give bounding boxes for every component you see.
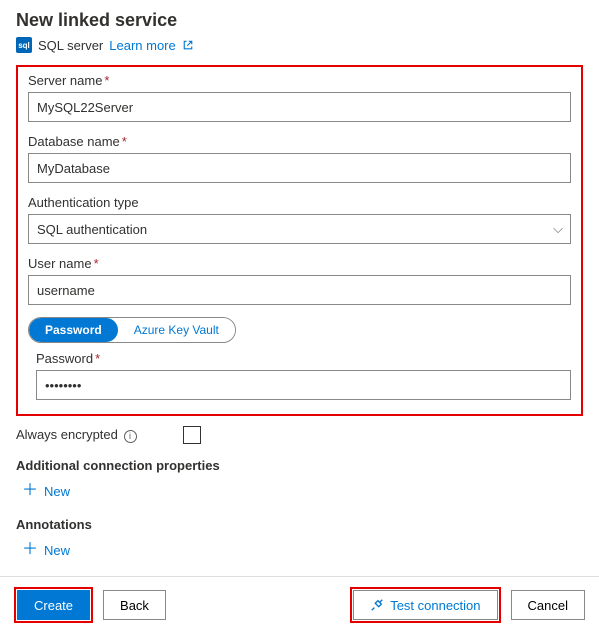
server-name-input[interactable] — [28, 92, 571, 122]
auth-type-select[interactable]: SQL authentication — [28, 214, 571, 244]
auth-type-label: Authentication type — [28, 195, 571, 210]
info-icon[interactable]: i — [124, 430, 137, 443]
toggle-keyvault-option[interactable]: Azure Key Vault — [118, 318, 235, 342]
password-label: Password* — [36, 351, 571, 366]
test-highlight: Test connection — [350, 587, 500, 623]
always-encrypted-label: Always encrypted i — [16, 427, 137, 443]
user-name-label: User name* — [28, 256, 571, 271]
annotations-heading: Annotations — [16, 517, 583, 532]
add-annotation-button[interactable]: ＋ New — [20, 538, 72, 562]
always-encrypted-checkbox[interactable] — [183, 426, 201, 444]
learn-more-link[interactable]: Learn more — [109, 38, 175, 53]
user-name-input[interactable] — [28, 275, 571, 305]
toggle-password-option[interactable]: Password — [29, 318, 118, 342]
footer-bar: Create Back Test connection Cancel — [0, 576, 599, 633]
external-link-icon — [182, 39, 194, 51]
create-highlight: Create — [14, 587, 93, 623]
service-type-label: SQL server — [38, 38, 103, 53]
server-name-label: Server name* — [28, 73, 571, 88]
subtitle-row: sql SQL server Learn more — [16, 37, 583, 53]
password-source-toggle: Password Azure Key Vault — [28, 317, 236, 343]
page-title: New linked service — [16, 10, 583, 31]
create-button[interactable]: Create — [17, 590, 90, 620]
additional-props-heading: Additional connection properties — [16, 458, 583, 473]
back-button[interactable]: Back — [103, 590, 166, 620]
add-property-button[interactable]: ＋ New — [20, 479, 72, 503]
password-input[interactable] — [36, 370, 571, 400]
database-name-label: Database name* — [28, 134, 571, 149]
sql-server-icon: sql — [16, 37, 32, 53]
plug-icon — [370, 598, 384, 612]
test-connection-button[interactable]: Test connection — [353, 590, 497, 620]
cancel-button[interactable]: Cancel — [511, 590, 585, 620]
database-name-input[interactable] — [28, 153, 571, 183]
form-highlight-box: Server name* Database name* Authenticati… — [16, 65, 583, 416]
plus-icon: ＋ — [22, 542, 38, 558]
plus-icon: ＋ — [22, 483, 38, 499]
